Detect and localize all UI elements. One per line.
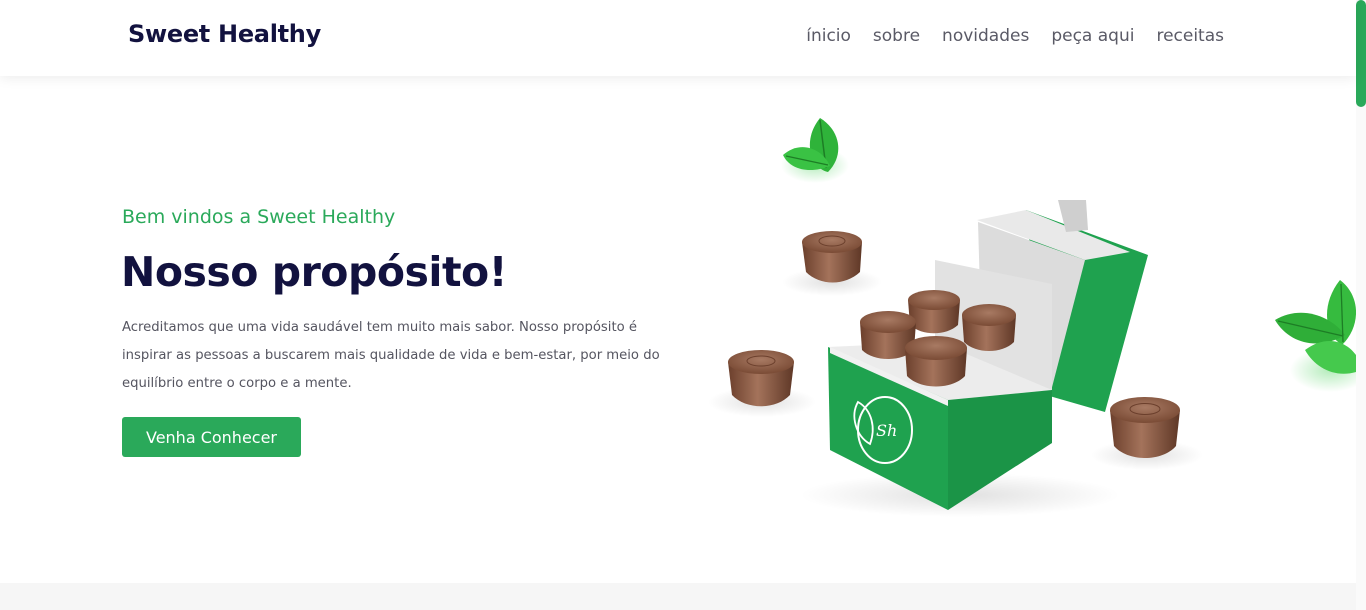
hero-description: Acreditamos que uma vida saudável tem mu…: [122, 320, 660, 391]
chocolate-bonbon: [782, 231, 882, 296]
mint-leaf-icon: [781, 118, 849, 183]
hero-title: Nosso propósito!: [121, 248, 507, 296]
chocolate-bonbon: [1091, 397, 1203, 470]
scrollbar-thumb[interactable]: [1356, 0, 1366, 107]
brand-logo[interactable]: Sweet Healthy: [128, 20, 321, 48]
nav-link-sobre[interactable]: sobre: [873, 26, 920, 46]
box-logo-text: Sh: [876, 421, 897, 440]
main-nav: ínicio sobre novidades peça aqui receita…: [806, 26, 1224, 46]
mint-leaf-icon: [1275, 280, 1356, 392]
page-scrollbar[interactable]: [1356, 0, 1366, 610]
top-navbar: Sweet Healthy ínicio sobre novidades peç…: [0, 0, 1356, 76]
nav-link-receitas[interactable]: receitas: [1156, 26, 1224, 46]
nav-link-peca-aqui[interactable]: peça aqui: [1051, 26, 1134, 46]
venha-conhecer-button[interactable]: Venha Conhecer: [122, 417, 301, 457]
next-section-band: [0, 583, 1356, 610]
nav-link-inicio[interactable]: ínicio: [806, 26, 851, 46]
nav-link-novidades[interactable]: novidades: [942, 26, 1029, 46]
hero-product-image: Sh: [708, 118, 1356, 517]
hero-subtitle: Bem vindos a Sweet Healthy: [122, 206, 396, 228]
chocolate-bonbon: [708, 350, 816, 417]
